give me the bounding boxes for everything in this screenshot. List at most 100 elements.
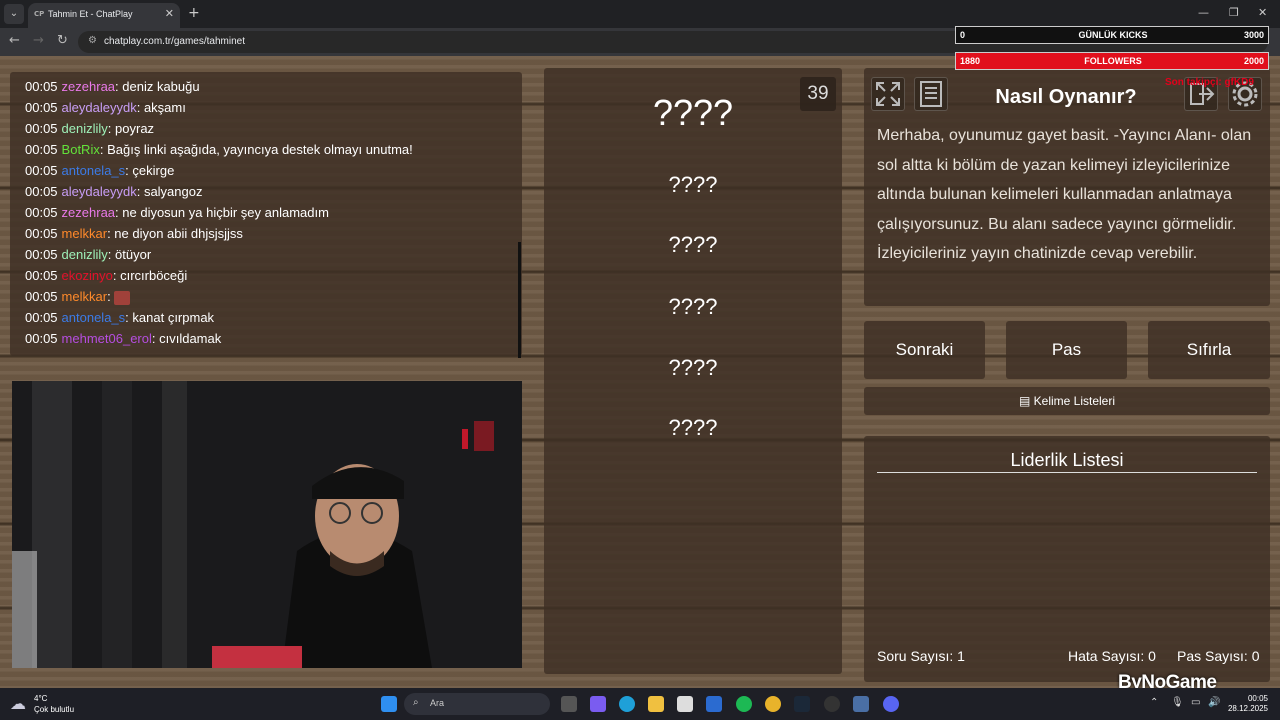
- tab-close-icon[interactable]: ✕: [165, 7, 174, 20]
- store-icon[interactable]: [677, 696, 693, 712]
- file-explorer-icon[interactable]: [648, 696, 664, 712]
- chat-timestamp: 00:05: [25, 310, 58, 325]
- search-placeholder: Ara: [430, 698, 445, 708]
- steam-icon[interactable]: [794, 696, 810, 712]
- chat-message: 00:05 antonela_s: çekirge: [25, 160, 507, 181]
- streamer-image: [12, 381, 522, 668]
- chat-message: 00:05 aleydaleyydk: salyangoz: [25, 181, 507, 202]
- restore-icon[interactable]: ❐: [1229, 6, 1239, 19]
- chat-message: 00:05 mehmet06_erol: cıvıldamak: [25, 328, 507, 349]
- search-icon: ⌕: [413, 697, 419, 708]
- chat-timestamp: 00:05: [25, 289, 58, 304]
- chat-username[interactable]: melkkar: [62, 226, 108, 241]
- leaderboard-title: Liderlik Listesi: [1010, 450, 1124, 470]
- chat-username[interactable]: BotRix: [62, 142, 100, 157]
- edge-icon[interactable]: [619, 696, 635, 712]
- volume-icon[interactable]: 🔊: [1208, 697, 1220, 708]
- task-view-icon[interactable]: [561, 696, 577, 712]
- fullscreen-icon[interactable]: [871, 77, 905, 111]
- notepad-icon: ▤: [1018, 394, 1034, 408]
- chat-username[interactable]: aleydaleyydk: [62, 184, 137, 199]
- minimize-icon[interactable]: —: [1198, 6, 1209, 19]
- forbidden-word-3: ????: [668, 294, 718, 319]
- tab-title: Tahmin Et - ChatPlay: [48, 9, 133, 19]
- document-icon[interactable]: [914, 77, 948, 111]
- discord-icon[interactable]: [883, 696, 899, 712]
- close-window-icon[interactable]: ✕: [1258, 6, 1267, 19]
- site-info-icon[interactable]: ⚙: [88, 35, 97, 46]
- chat-separator: :: [136, 184, 144, 199]
- next-button[interactable]: Sonraki: [864, 321, 985, 379]
- forward-icon[interactable]: →: [33, 33, 44, 48]
- chrome-icon[interactable]: [765, 696, 781, 712]
- chat-text: deniz kabuğu: [122, 79, 200, 94]
- chat-username[interactable]: zezehraa: [62, 205, 115, 220]
- followers-bar: 1880 FOLLOWERS 2000: [955, 52, 1269, 70]
- main-word: ????: [652, 92, 734, 133]
- chat-timestamp: 00:05: [25, 121, 58, 136]
- chat-username[interactable]: aleydaleyydk: [62, 100, 137, 115]
- chat-timestamp: 00:05: [25, 163, 58, 178]
- forbidden-word-1: ????: [668, 172, 718, 197]
- kicks-label: GÜNLÜK KICKS: [1078, 30, 1148, 40]
- forbidden-word-2: ????: [668, 232, 718, 257]
- weather-description[interactable]: Çok bulutlu: [34, 705, 74, 714]
- error-count-value: 0: [1148, 648, 1156, 664]
- pass-count: Pas Sayısı: 0: [1177, 648, 1260, 664]
- chat-timestamp: 00:05: [25, 79, 58, 94]
- chat-text: Bağış linki aşağıda, yayıncıya destek ol…: [107, 142, 413, 157]
- chat-message: 00:05 antonela_s: kanat çırpmak: [25, 307, 507, 328]
- new-tab-button[interactable]: +: [188, 5, 200, 21]
- mail-icon[interactable]: [706, 696, 722, 712]
- emote-image: [114, 290, 131, 305]
- network-icon[interactable]: ▭: [1191, 697, 1200, 708]
- chat-timestamp: 00:05: [25, 331, 58, 346]
- chat-timestamp: 00:05: [25, 268, 58, 283]
- chat-username[interactable]: ekozinyo: [62, 268, 113, 283]
- obs-icon[interactable]: [824, 696, 840, 712]
- chat-text: çekirge: [132, 163, 175, 178]
- chat-username[interactable]: antonela_s: [62, 310, 126, 325]
- chat-separator: :: [136, 100, 144, 115]
- chat-message: 00:05 aleydaleyydk: akşamı: [25, 97, 507, 118]
- chat-username[interactable]: denizlily: [62, 247, 108, 262]
- pass-count-value: 0: [1251, 648, 1260, 664]
- microphone-icon[interactable]: 🎙: [1171, 697, 1184, 708]
- tab-favicon: CP: [34, 10, 45, 18]
- chat-username[interactable]: denizlily: [62, 121, 108, 136]
- chat-username[interactable]: zezehraa: [62, 79, 115, 94]
- chat-username[interactable]: melkkar: [62, 289, 108, 304]
- start-windows-icon[interactable]: [381, 696, 397, 712]
- chat-text: ötüyor: [115, 247, 152, 262]
- chat-scrollbar[interactable]: [518, 242, 521, 358]
- question-count-label: Soru Sayısı:: [877, 648, 954, 664]
- chat-username[interactable]: antonela_s: [62, 163, 126, 178]
- word-lists-label: Kelime Listeleri: [1033, 394, 1116, 408]
- tab-search-button[interactable]: ⌄: [4, 4, 24, 24]
- spotify-icon[interactable]: [736, 696, 752, 712]
- system-clock[interactable]: 00:05 28.12.2025: [1228, 694, 1268, 714]
- copilot-icon[interactable]: [590, 696, 606, 712]
- app-icon[interactable]: [853, 696, 869, 712]
- chat-timestamp: 00:05: [25, 205, 58, 220]
- reload-icon[interactable]: ↻: [57, 33, 68, 48]
- chat-separator: :: [112, 268, 121, 283]
- back-icon[interactable]: ←: [9, 33, 20, 48]
- weather-temperature: 4°C: [34, 694, 48, 703]
- chat-message: 00:05 denizlily: ötüyor: [25, 244, 507, 265]
- active-tab[interactable]: CP Tahmin Et - ChatPlay ✕: [28, 3, 180, 28]
- chat-username[interactable]: mehmet06_erol: [62, 331, 152, 346]
- chat-message: 00:05 melkkar:: [25, 286, 507, 307]
- taskbar-search[interactable]: ⌕ Ara: [404, 693, 550, 715]
- daily-kicks-bar: 0 GÜNLÜK KICKS 3000: [955, 26, 1269, 44]
- chat-text: cıvıldamak: [159, 331, 222, 346]
- error-count: Hata Sayısı: 0: [1068, 648, 1156, 664]
- chat-message: 00:05 melkkar: ne diyon abii dhjsjsjjss: [25, 223, 507, 244]
- tray-chevron-icon[interactable]: ⌃: [1150, 697, 1158, 708]
- chat-text: akşamı: [143, 100, 186, 115]
- chat-separator: :: [99, 142, 108, 157]
- pass-button[interactable]: Pas: [1006, 321, 1127, 379]
- chat-message: 00:05 BotRix: Bağış linki aşağıda, yayınc…: [25, 139, 507, 160]
- reset-button[interactable]: Sıfırla: [1148, 321, 1270, 379]
- word-lists-button[interactable]: ▤ Kelime Listeleri: [864, 387, 1270, 415]
